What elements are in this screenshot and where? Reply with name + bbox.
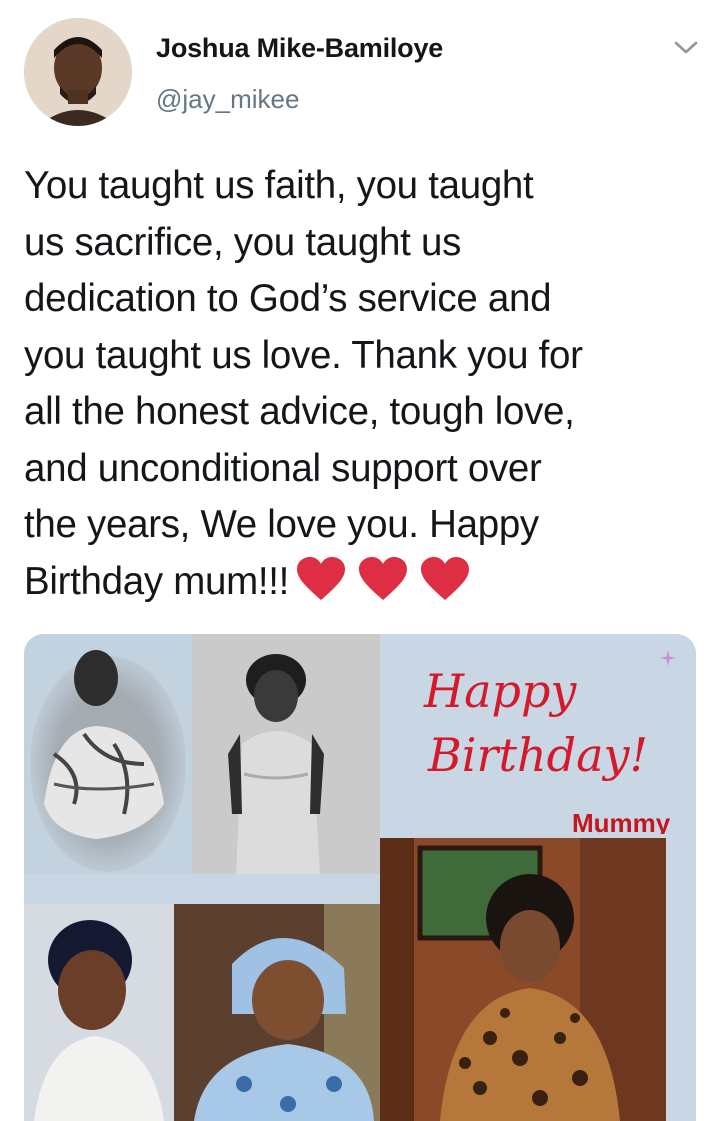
greeting-name: Mummy <box>572 808 671 834</box>
photo-woman-headscarf <box>174 904 380 1121</box>
avatar[interactable] <box>24 18 132 126</box>
greeting-line-happy: Happy <box>424 664 577 718</box>
author-display-name[interactable]: Joshua Mike-Bamiloye <box>156 33 443 64</box>
sparkle-icon <box>660 650 676 666</box>
tweet-text-line: all the honest advice, tough love, <box>24 390 575 433</box>
emoji-group <box>295 556 481 619</box>
tweet-text-line: Birthday mum!!! <box>24 559 290 603</box>
tweet-text-line-last: Birthday mum!!! <box>24 554 694 619</box>
photo-young-woman <box>192 634 380 874</box>
tweet-text-line: and unconditional support over <box>24 446 542 490</box>
tweet-text: You taught us faith, you taught us sacri… <box>24 158 694 618</box>
red-heart-icon <box>421 556 470 600</box>
tweet-text-line: you taught us love. Thank you for <box>24 333 583 377</box>
red-heart-icon <box>359 556 408 600</box>
tweet-text-line: dedication to God’s service and <box>24 277 552 320</box>
greeting-line-birthday: Birthday! <box>428 728 648 782</box>
photo-woman-portrait <box>24 904 174 1121</box>
greeting-card: Happy Birthday! Mummy <box>380 634 696 834</box>
tweet-media-image[interactable]: Happy Birthday! Mummy <box>24 634 696 1121</box>
tweet-text-line: us sacrifice, you taught us <box>24 220 462 264</box>
author-handle[interactable]: @jay_mikee <box>156 84 299 115</box>
tweet-text-line: You taught us faith, you taught <box>24 164 534 207</box>
chevron-down-icon[interactable] <box>672 38 700 58</box>
tweet-text-line: the years, We love you. Happy <box>24 503 539 546</box>
photo-recent-portrait <box>380 838 666 1121</box>
avatar-image <box>24 18 132 126</box>
red-heart-icon <box>297 556 346 600</box>
photo-childhood <box>24 634 192 874</box>
